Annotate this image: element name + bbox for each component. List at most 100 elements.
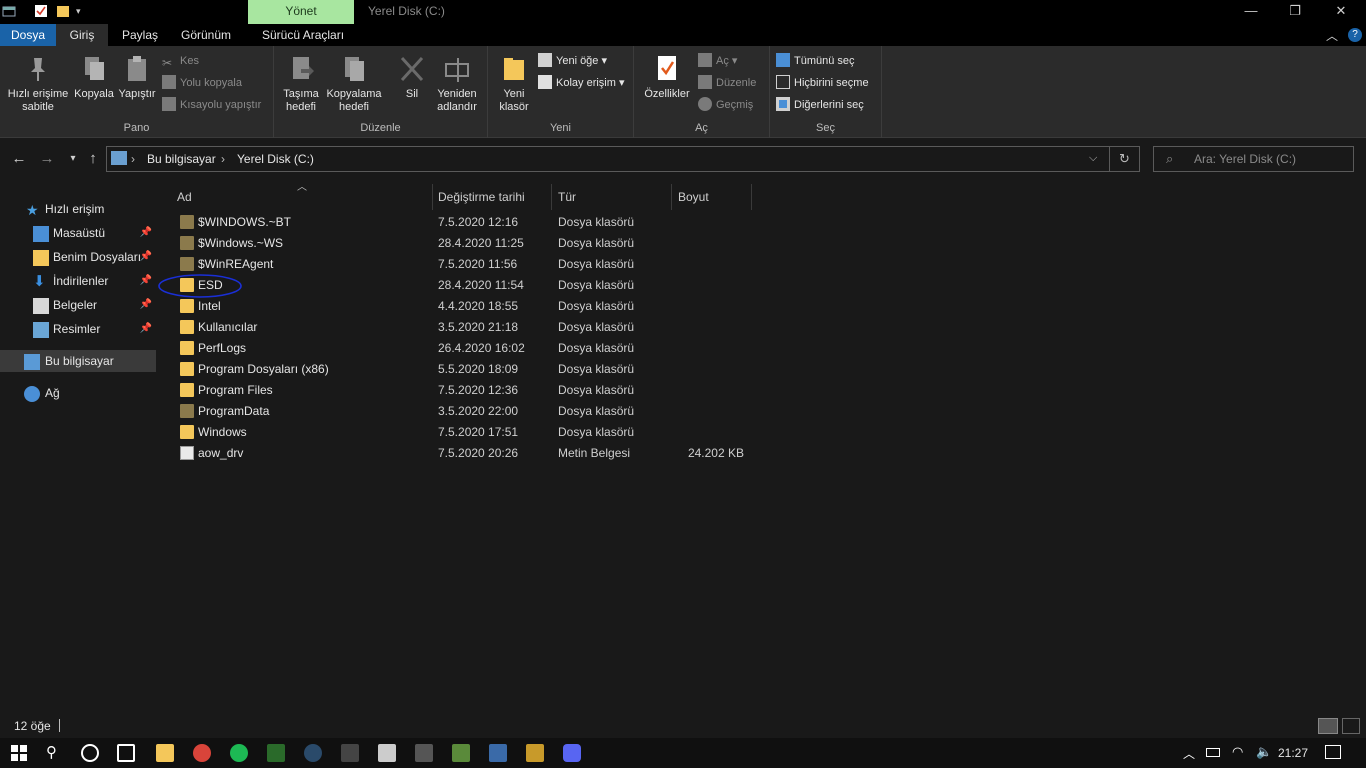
copy-to-button[interactable]: Kopyalama hedefi <box>324 54 384 114</box>
nav-this-pc[interactable]: Bu bilgisayar <box>0 350 156 372</box>
task-view-icon[interactable] <box>117 744 135 762</box>
new-folder-qa-icon[interactable] <box>56 4 70 18</box>
clock[interactable]: 21:27 <box>1278 746 1308 760</box>
collapse-ribbon-icon[interactable]: ︿ <box>1326 27 1338 44</box>
tray-chevron-icon[interactable]: ︿ <box>1183 745 1195 762</box>
nav-item-desktop[interactable]: Masaüstü 📌 <box>0 222 156 244</box>
steam-icon[interactable] <box>304 744 322 762</box>
nav-item-documents[interactable]: Belgeler 📌 <box>0 294 156 316</box>
game-launcher-icon[interactable] <box>267 744 285 762</box>
history-button[interactable]: Geçmiş <box>698 96 753 114</box>
copy-path-button[interactable]: Yolu kopyala <box>162 74 242 92</box>
nav-item-downloads[interactable]: ⬇ İndirilenler 📌 <box>0 270 156 292</box>
table-row[interactable]: ESD 28.4.2020 11:54 Dosya klasörü <box>174 275 754 296</box>
tab-file[interactable]: Dosya <box>0 24 56 46</box>
table-row[interactable]: $WINDOWS.~BT 7.5.2020 12:16 Dosya klasörü <box>174 212 754 233</box>
minimize-button[interactable]: — <box>1228 0 1274 24</box>
new-folder-button[interactable]: Yeni klasör <box>494 54 534 114</box>
checkmark-qa-icon[interactable] <box>34 4 48 18</box>
move-to-button[interactable]: Taşıma hedefi <box>278 54 324 114</box>
table-row[interactable]: $WinREAgent 7.5.2020 11:56 Dosya klasörü <box>174 254 754 275</box>
notifications-icon[interactable] <box>1325 745 1341 759</box>
app-icon[interactable] <box>415 744 433 762</box>
rename-button[interactable]: Yeniden adlandır <box>430 54 484 114</box>
tab-share[interactable]: Paylaş <box>114 24 166 46</box>
select-none-button[interactable]: Hiçbirini seçme <box>776 74 869 92</box>
table-row[interactable]: Program Dosyaları (x86) 5.5.2020 18:09 Dos… <box>174 359 754 380</box>
nav-quick-access[interactable]: ★ Hızlı erişim <box>0 198 156 220</box>
address-bar[interactable]: › Bu bilgisayar › Yerel Disk (C:) ⌵ <box>106 146 1110 172</box>
paste-button[interactable]: Yapıştır <box>116 54 158 101</box>
properties-qa-icon[interactable] <box>2 4 16 18</box>
chrome-icon[interactable] <box>193 744 211 762</box>
details-view-icon[interactable] <box>1318 718 1338 734</box>
breadcrumb-separator-icon: › <box>221 152 225 166</box>
table-row[interactable]: Kullanıcılar 3.5.2020 21:18 Dosya klasörü <box>174 317 754 338</box>
windows-start-icon[interactable] <box>10 744 28 762</box>
search-input[interactable]: ⌕ Ara: Yerel Disk (C:) <box>1153 146 1354 172</box>
open-button[interactable]: Aç ▾ <box>698 52 737 70</box>
minecraft-icon[interactable] <box>452 744 470 762</box>
column-header-name[interactable]: Ad <box>171 184 433 210</box>
table-row[interactable]: Intel 4.4.2020 18:55 Dosya klasörü <box>174 296 754 317</box>
nav-network[interactable]: Ağ <box>0 382 156 404</box>
new-item-button[interactable]: Yeni öğe ▾ <box>538 52 607 70</box>
cut-button[interactable]: ✂ Kes <box>162 52 199 70</box>
battery-icon[interactable] <box>1206 748 1220 757</box>
copy-button[interactable]: Kopyala <box>72 54 116 101</box>
discord-icon[interactable] <box>563 744 581 762</box>
this-pc-icon <box>24 354 40 370</box>
search-taskbar-icon[interactable]: ⚲ <box>46 744 64 762</box>
cortana-icon[interactable] <box>81 744 99 762</box>
maximize-button[interactable]: ❐ <box>1272 0 1318 24</box>
address-dropdown-chevron-icon[interactable]: ⌵ <box>1089 152 1097 165</box>
nav-network-label: Ağ <box>45 386 60 400</box>
delete-button[interactable]: Sil <box>392 54 432 101</box>
table-row[interactable]: PerfLogs 26.4.2020 16:02 Dosya klasörü <box>174 338 754 359</box>
edit-button[interactable]: Düzenle <box>698 74 756 92</box>
folder-icon <box>33 250 49 266</box>
column-header-date[interactable]: Değiştirme tarihi <box>432 184 552 210</box>
back-arrow-icon[interactable]: ← <box>10 150 28 168</box>
app-icon[interactable] <box>526 744 544 762</box>
roblox-icon[interactable] <box>378 744 396 762</box>
file-explorer-taskbar-icon[interactable] <box>156 744 174 762</box>
close-button[interactable]: ✕ <box>1318 0 1364 24</box>
column-header-type[interactable]: Tür <box>552 184 672 210</box>
properties-button[interactable]: Özellikler <box>640 54 694 101</box>
tab-manage[interactable]: Yönet <box>248 0 354 24</box>
file-type: Dosya klasörü <box>558 341 635 355</box>
large-icons-view-icon[interactable] <box>1342 718 1360 734</box>
help-icon[interactable]: ? <box>1348 28 1362 42</box>
customize-qa-chevron-icon[interactable]: ▾ <box>76 4 90 18</box>
nav-item-label: İndirilenler <box>53 274 109 288</box>
app-icon[interactable] <box>341 744 359 762</box>
column-header-size[interactable]: Boyut <box>672 184 752 210</box>
nav-item-pictures[interactable]: Resimler 📌 <box>0 318 156 340</box>
recent-locations-chevron-icon[interactable]: ▾ <box>64 150 82 168</box>
pin-quick-access-button[interactable]: Hızlı erişime sabitle <box>4 54 72 114</box>
wifi-icon[interactable]: ◠ <box>1232 744 1243 760</box>
invert-selection-button[interactable]: Diğerlerini seç <box>776 96 864 114</box>
nav-item-my-files[interactable]: Benim Dosyalarım 📌 <box>0 246 156 268</box>
table-row[interactable]: Program Files 7.5.2020 12:36 Dosya klasörü <box>174 380 754 401</box>
star-icon: ★ <box>26 202 39 218</box>
app-icon[interactable] <box>489 744 507 762</box>
refresh-icon[interactable]: ↻ <box>1110 146 1140 172</box>
tab-home[interactable]: Giriş <box>56 24 108 46</box>
tab-view[interactable]: Görünüm <box>173 24 239 46</box>
table-row[interactable]: ProgramData 3.5.2020 22:00 Dosya klasörü <box>174 401 754 422</box>
breadcrumb-this-pc[interactable]: Bu bilgisayar <box>147 152 216 166</box>
volume-icon[interactable]: 🔈 <box>1256 744 1272 760</box>
paste-shortcut-button[interactable]: Kısayolu yapıştır <box>162 96 261 114</box>
tab-drive-tools[interactable]: Sürücü Araçları <box>254 24 352 46</box>
table-row[interactable]: Windows 7.5.2020 17:51 Dosya klasörü <box>174 422 754 443</box>
easy-access-button[interactable]: Kolay erişim ▾ <box>538 74 624 92</box>
table-row[interactable]: $Windows.~WS 28.4.2020 11:25 Dosya klasörü <box>174 233 754 254</box>
spotify-icon[interactable] <box>230 744 248 762</box>
up-arrow-icon[interactable]: ↑ <box>84 150 102 168</box>
select-all-button[interactable]: Tümünü seç <box>776 52 855 70</box>
breadcrumb-local-disk[interactable]: Yerel Disk (C:) <box>237 152 314 166</box>
table-row[interactable]: aow_drv 7.5.2020 20:26 Metin Belgesi 24.202… <box>174 443 754 464</box>
forward-arrow-icon[interactable]: → <box>38 150 56 168</box>
